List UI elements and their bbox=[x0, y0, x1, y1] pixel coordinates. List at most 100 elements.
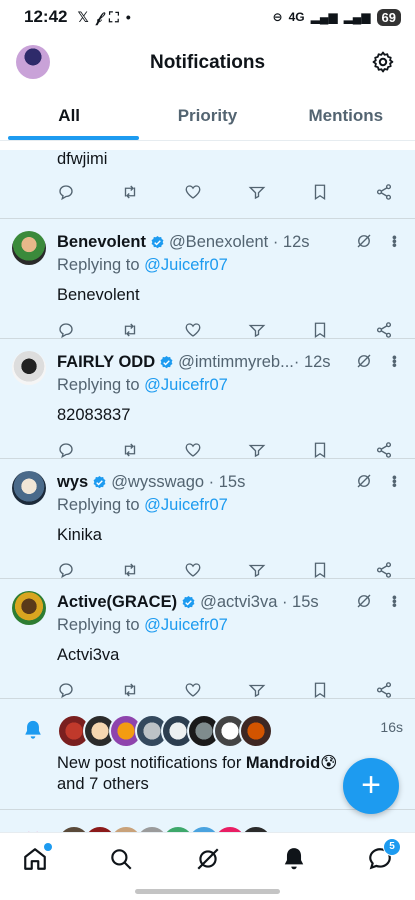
handle: @Benexolent · 12s bbox=[168, 232, 310, 251]
tweet-text: dfwjimi bbox=[57, 150, 108, 168]
tweet-text: Kinika bbox=[57, 526, 102, 544]
handle: @actvi3va · 15s bbox=[200, 592, 319, 611]
repost-icon[interactable] bbox=[121, 561, 139, 579]
nav-grok[interactable] bbox=[195, 846, 221, 872]
reply-icon[interactable] bbox=[57, 183, 75, 201]
downvote-icon[interactable] bbox=[248, 441, 266, 459]
share-icon[interactable] bbox=[375, 183, 393, 201]
plus-icon: + bbox=[361, 766, 381, 804]
reply-mention-link[interactable]: @Juicefr07 bbox=[144, 376, 228, 394]
downvote-icon[interactable] bbox=[248, 183, 266, 201]
more-options-icon[interactable]: ••• bbox=[387, 355, 403, 367]
reply-icon[interactable] bbox=[57, 681, 75, 699]
share-icon[interactable] bbox=[375, 681, 393, 699]
share-icon[interactable] bbox=[375, 321, 393, 339]
bookmark-icon[interactable] bbox=[311, 681, 329, 699]
nav-search[interactable] bbox=[108, 846, 134, 872]
avatar[interactable] bbox=[239, 714, 273, 748]
more-options-icon[interactable]: ••• bbox=[387, 475, 403, 487]
like-icon[interactable] bbox=[184, 441, 202, 459]
handle: @wysswago · 15s bbox=[111, 472, 246, 491]
grok-icon bbox=[196, 847, 219, 870]
tweet[interactable]: ••• Active(GRACE) @actvi3va · 15s Replyi… bbox=[0, 579, 415, 699]
tweet-text: Actvi3va bbox=[57, 646, 120, 664]
tweet-actions bbox=[57, 305, 401, 341]
grok-icon[interactable] bbox=[355, 592, 373, 610]
like-icon[interactable] bbox=[184, 681, 202, 699]
replying-to-label: Replying to bbox=[57, 256, 145, 274]
bookmark-icon[interactable] bbox=[311, 561, 329, 579]
tweet-actions bbox=[57, 665, 401, 701]
home-indicator[interactable] bbox=[135, 889, 280, 894]
bell-icon bbox=[284, 847, 303, 869]
avatar[interactable] bbox=[12, 471, 46, 505]
tweet[interactable]: ••• Benevolent @Benexolent · 12s Replyin… bbox=[0, 219, 415, 339]
tweet-partial[interactable]: dfwjimi bbox=[0, 150, 415, 219]
x-logo-icon: 𝕏 bbox=[77, 8, 89, 25]
display-name[interactable]: FAIRLY ODD bbox=[57, 353, 155, 372]
avatar[interactable] bbox=[12, 591, 46, 625]
clock: 12:42 bbox=[24, 7, 68, 26]
like-icon[interactable] bbox=[184, 183, 202, 201]
unread-dot bbox=[44, 842, 52, 851]
tweet-actions bbox=[57, 169, 401, 203]
compose-button[interactable]: + bbox=[343, 758, 399, 814]
screenshot-icon: ⛶ bbox=[109, 8, 119, 25]
reply-icon[interactable] bbox=[57, 441, 75, 459]
status-bar: 12:42 𝕏 𝒻 ⛶ • ⊖ 4G ▂▄▆ ▂▄▆ 69 bbox=[0, 0, 415, 34]
downvote-icon[interactable] bbox=[248, 321, 266, 339]
verified-badge-icon bbox=[151, 235, 164, 248]
display-name[interactable]: wys bbox=[57, 473, 88, 492]
battery-level: 69 bbox=[376, 8, 401, 26]
nav-home[interactable] bbox=[22, 842, 52, 872]
reply-icon[interactable] bbox=[57, 561, 75, 579]
avatar-group bbox=[57, 714, 273, 748]
more-options-icon[interactable]: ••• bbox=[387, 235, 403, 247]
tab-priority[interactable]: Priority bbox=[138, 92, 276, 140]
repost-icon[interactable] bbox=[121, 321, 139, 339]
grok-icon[interactable] bbox=[355, 232, 373, 250]
reply-icon[interactable] bbox=[57, 321, 75, 339]
repost-icon[interactable] bbox=[121, 441, 139, 459]
dnd-icon: ⊖ bbox=[272, 10, 283, 24]
share-icon[interactable] bbox=[375, 561, 393, 579]
bookmark-icon[interactable] bbox=[311, 183, 329, 201]
more-options-icon[interactable]: ••• bbox=[387, 595, 403, 607]
downvote-icon[interactable] bbox=[248, 681, 266, 699]
grok-icon[interactable] bbox=[355, 352, 373, 370]
like-icon[interactable] bbox=[184, 321, 202, 339]
app-notification-icon: 𝒻 bbox=[95, 8, 103, 25]
profile-avatar[interactable] bbox=[16, 45, 50, 79]
grok-icon[interactable] bbox=[355, 472, 373, 490]
tweet[interactable]: ••• wys @wysswago · 15s Replying to @Jui… bbox=[0, 459, 415, 579]
repost-icon[interactable] bbox=[121, 681, 139, 699]
verified-badge-icon bbox=[160, 355, 173, 368]
avatar[interactable] bbox=[12, 231, 46, 265]
nav-notifications[interactable] bbox=[281, 846, 307, 872]
signal-icon: ▂▄▆ bbox=[310, 10, 338, 24]
downvote-icon[interactable] bbox=[248, 561, 266, 579]
nav-messages[interactable]: 5 bbox=[367, 837, 401, 872]
tab-mentions[interactable]: Mentions bbox=[277, 92, 415, 140]
repost-icon[interactable] bbox=[121, 183, 139, 201]
avatar[interactable] bbox=[12, 351, 46, 385]
display-name[interactable]: Active(GRACE) bbox=[57, 593, 177, 612]
reply-mention-link[interactable]: @Juicefr07 bbox=[144, 496, 228, 514]
search-icon bbox=[111, 848, 132, 870]
like-icon[interactable] bbox=[184, 561, 202, 579]
notification-text: New post notifications for Mandroid😰 and… bbox=[57, 754, 338, 793]
reply-mention-link[interactable]: @Juicefr07 bbox=[144, 256, 228, 274]
bookmark-icon[interactable] bbox=[311, 441, 329, 459]
gear-icon[interactable] bbox=[371, 50, 395, 74]
tweet-actions bbox=[57, 425, 401, 461]
user-name-link[interactable]: Mandroid bbox=[246, 754, 320, 772]
tab-all[interactable]: All bbox=[0, 92, 140, 140]
tweet[interactable]: ••• FAIRLY ODD @imtimmyreb... · 12s Repl… bbox=[0, 339, 415, 459]
replying-to-label: Replying to bbox=[57, 616, 145, 634]
reply-mention-link[interactable]: @Juicefr07 bbox=[144, 616, 228, 634]
display-name[interactable]: Benevolent bbox=[57, 233, 146, 252]
network-type: 4G bbox=[288, 10, 305, 24]
share-icon[interactable] bbox=[375, 441, 393, 459]
bookmark-icon[interactable] bbox=[311, 321, 329, 339]
bottom-nav: 5 bbox=[0, 832, 415, 884]
